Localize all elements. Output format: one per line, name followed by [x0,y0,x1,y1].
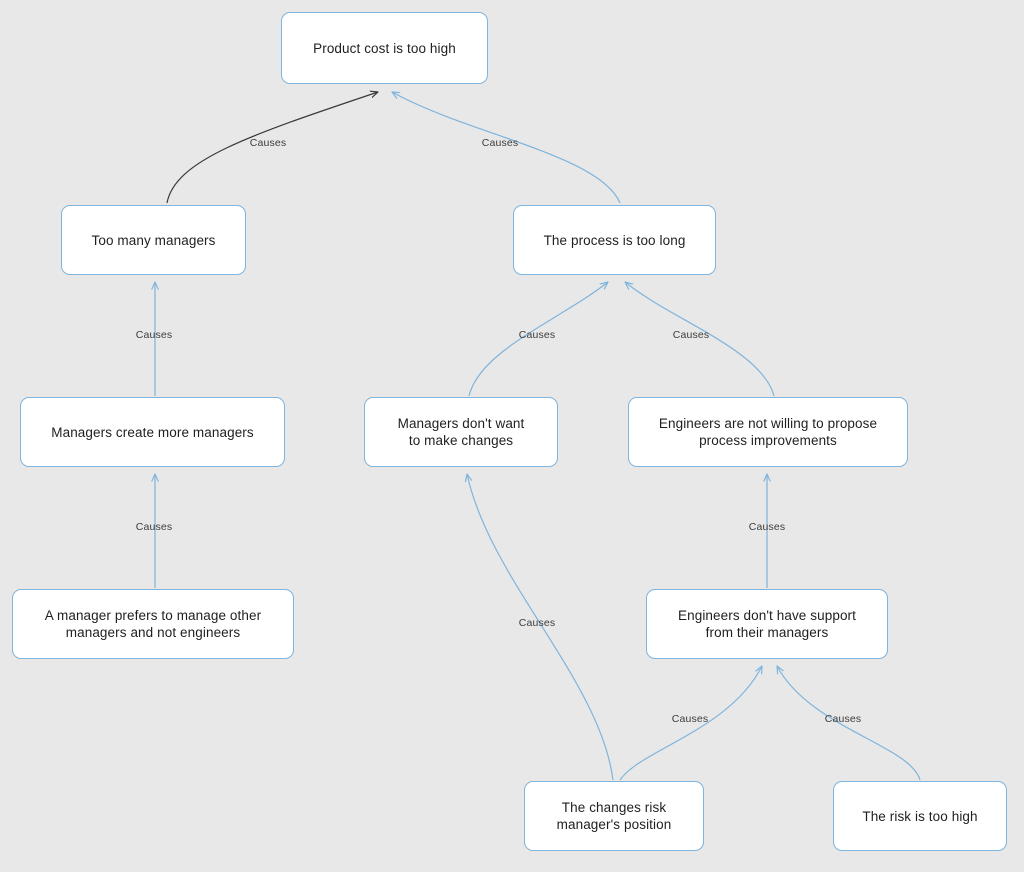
edge-label-e1: Causes [249,137,287,149]
edge-label-e8: Causes [748,521,786,533]
node-label: Managers create more managers [51,424,254,440]
node-label: Too many managers [91,232,216,248]
edge-label-e5: Causes [672,329,710,341]
node-managers-dont-want[interactable]: Managers don't want to make changes [364,397,558,467]
node-label: Engineers are not willing to propose pro… [658,416,878,448]
node-changes-risk[interactable]: The changes risk manager's position [524,781,704,851]
node-risk-too-high[interactable]: The risk is too high [833,781,1007,851]
node-label: Product cost is too high [313,40,456,56]
node-engineers-not-willing[interactable]: Engineers are not willing to propose pro… [628,397,908,467]
node-manager-prefers[interactable]: A manager prefers to manage other manage… [12,589,294,659]
node-product-cost[interactable]: Product cost is too high [281,12,488,84]
edge-label-e4: Causes [518,329,556,341]
edge-label-e7: Causes [518,617,556,629]
node-too-many-managers[interactable]: Too many managers [61,205,246,275]
node-process-too-long[interactable]: The process is too long [513,205,716,275]
node-engineers-no-support[interactable]: Engineers don't have support from their … [646,589,888,659]
node-label: The changes risk manager's position [556,800,672,832]
node-label: A manager prefers to manage other manage… [44,608,262,640]
edge-label-e9: Causes [671,713,709,725]
diagram-canvas: Product cost is too high Too many manager… [0,0,1024,872]
edge-label-e3: Causes [135,329,173,341]
node-label: Managers don't want to make changes [397,416,525,448]
edge-label-e10: Causes [824,713,862,725]
node-label: The risk is too high [862,808,978,824]
edge-label-e6: Causes [135,521,173,533]
node-label: Engineers don't have support from their … [678,608,856,640]
edge-label-e2: Causes [481,137,519,149]
node-managers-create[interactable]: Managers create more managers [20,397,285,467]
node-label: The process is too long [543,232,686,248]
